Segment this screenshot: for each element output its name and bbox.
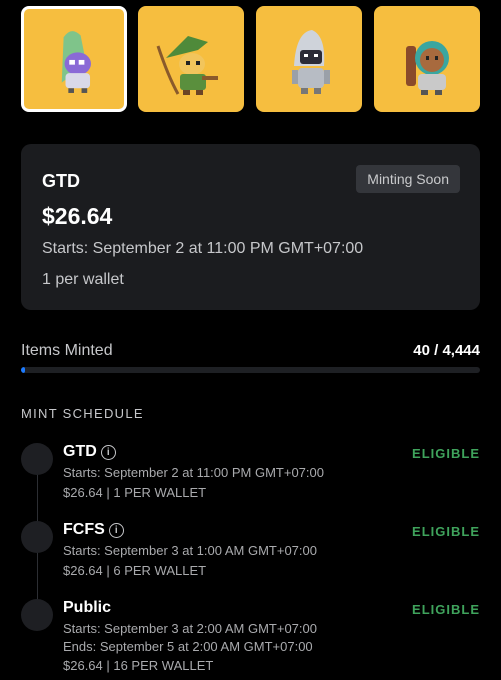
items-minted-count: 40 / 4,444: [413, 342, 480, 359]
phase-wallet-limit: 1 per wallet: [42, 271, 124, 288]
astronaut-character-icon: [406, 41, 449, 95]
phase-name: Public: [63, 599, 112, 616]
phase-end-time: Ends: September 5 at 2:00 AM GMT+07:00: [63, 639, 313, 654]
info-icon[interactable]: i: [100, 445, 116, 460]
eligibility-status: ELIGIBLE: [412, 446, 480, 461]
phase-title: GTD: [42, 171, 80, 191]
current-phase-card: GTD Minting Soon $26.64 Starts: Septembe…: [21, 144, 480, 310]
nft-thumbnail-alien[interactable]: [21, 6, 127, 112]
archer-character-icon: [156, 36, 218, 95]
info-icon[interactable]: i: [108, 523, 124, 538]
mint-schedule-heading: MINT SCHEDULE: [21, 406, 144, 421]
mint-progress-fill: [21, 367, 26, 373]
phase-start-time: Starts: September 2 at 11:00 PM GMT+07:0…: [42, 240, 364, 257]
phase-name: FCFS: [63, 521, 105, 538]
phase-start-time: Starts: September 3 at 1:00 AM GMT+07:00: [63, 543, 317, 558]
nft-thumbnail-astronaut[interactable]: [374, 6, 480, 112]
mint-progress-bar: [21, 367, 480, 373]
alien-character-icon: [61, 31, 91, 93]
phase-price-limit: $26.64 | 6 PER WALLET: [63, 563, 207, 578]
eligibility-status: ELIGIBLE: [412, 602, 480, 617]
nft-thumbnail-strip: [21, 6, 501, 112]
eligibility-status: ELIGIBLE: [412, 524, 480, 539]
phase-start-time: Starts: September 2 at 11:00 PM GMT+07:0…: [63, 465, 324, 480]
nft-thumbnail-archer[interactable]: [138, 6, 244, 112]
phase-price-limit: $26.64 | 1 PER WALLET: [63, 485, 207, 500]
phase-name: GTD: [63, 443, 97, 460]
timeline-dot: [21, 521, 53, 553]
phase-price: $26.64: [42, 203, 113, 229]
items-minted-label: Items Minted: [21, 342, 113, 359]
robot-character-icon: [292, 30, 330, 94]
phase-price-limit: $26.64 | 16 PER WALLET: [63, 658, 214, 673]
status-badge: Minting Soon: [356, 165, 460, 193]
nft-thumbnail-robot[interactable]: [256, 6, 362, 112]
timeline-dot: [21, 599, 53, 631]
phase-start-time: Starts: September 3 at 2:00 AM GMT+07:00: [63, 621, 317, 636]
timeline-dot: [21, 443, 53, 475]
